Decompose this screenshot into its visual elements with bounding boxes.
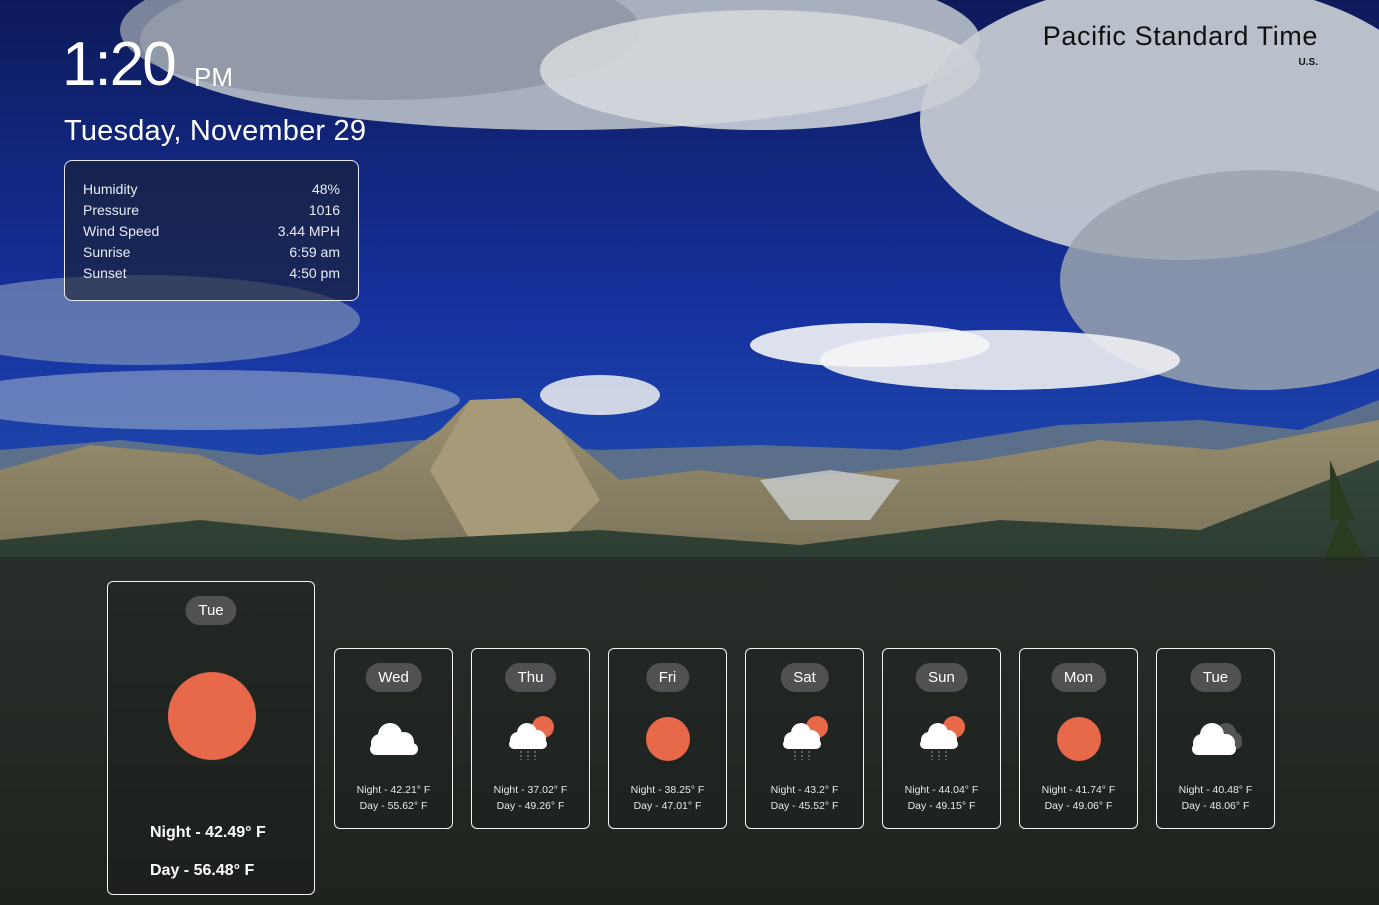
night-temp: Night - 43.2° F: [770, 784, 839, 796]
forecast-card-fri[interactable]: Fri Night - 38.25° F Day - 47.01° F: [608, 648, 727, 829]
day-pill: Sat: [780, 663, 829, 692]
day-pill: Mon: [1050, 663, 1107, 692]
day-pill: Tue: [185, 596, 237, 625]
detail-row-pressure: Pressure 1016: [83, 200, 340, 221]
detail-label: Wind Speed: [83, 223, 160, 239]
forecast-card-wed[interactable]: Wed Night - 42.21° F Day - 55.62° F: [334, 648, 453, 829]
day-pill: Tue: [1189, 663, 1242, 692]
night-temp: Night - 37.02° F: [493, 784, 568, 796]
day-temp: Day - 49.26° F: [496, 800, 565, 812]
day-temp: Day - 49.15° F: [907, 800, 976, 812]
clock-date: Tuesday, November 29: [64, 115, 367, 147]
detail-value: 3.44 MPH: [277, 223, 340, 239]
rain-sun-icon: [783, 716, 828, 760]
detail-label: Sunrise: [83, 244, 131, 260]
rain-sun-icon: [509, 716, 554, 760]
night-temp: Night - 41.74° F: [1041, 784, 1116, 796]
day-pill: Thu: [504, 663, 557, 692]
today-day-temp: Day - 56.48° F: [150, 862, 255, 879]
today-night-temp: Night - 42.49° F: [150, 824, 266, 841]
detail-value: 6:59 am: [289, 244, 340, 260]
detail-row-sunset: Sunset 4:50 pm: [83, 263, 340, 284]
night-temp: Night - 42.21° F: [356, 784, 431, 796]
detail-label: Humidity: [83, 181, 138, 197]
weather-details-panel: Humidity 48% Pressure 1016 Wind Speed 3.…: [64, 160, 359, 301]
today-forecast-card[interactable]: Tue Night - 42.49° F Day - 56.48° F: [107, 581, 315, 895]
day-temp: Day - 55.62° F: [359, 800, 428, 812]
day-temp: Day - 45.52° F: [770, 800, 839, 812]
day-temp: Day - 48.06° F: [1181, 800, 1250, 812]
forecast-card-sat[interactable]: Sat Night - 43.2° F Day - 45.52° F: [745, 648, 864, 829]
sun-icon: [168, 672, 256, 760]
detail-row-humidity: Humidity 48%: [83, 179, 340, 200]
detail-label: Pressure: [83, 202, 140, 218]
clouds-icon: [1192, 723, 1242, 755]
day-pill: Wed: [365, 663, 422, 692]
clock-time: 1:20: [62, 30, 177, 99]
forecast-card-mon[interactable]: Mon Night - 41.74° F Day - 49.06° F: [1019, 648, 1138, 829]
detail-value: 1016: [308, 202, 340, 218]
day-temp: Day - 47.01° F: [633, 800, 702, 812]
timezone-block: Pacific Standard Time U.S.: [1043, 18, 1318, 70]
detail-row-wind-speed: Wind Speed 3.44 MPH: [83, 221, 340, 242]
night-temp: Night - 40.48° F: [1178, 784, 1253, 796]
detail-label: Sunset: [83, 265, 127, 281]
timezone-name: Pacific Standard Time: [1042, 21, 1318, 51]
night-temp: Night - 38.25° F: [630, 784, 705, 796]
cloud-icon: [370, 723, 418, 755]
night-temp: Night - 44.04° F: [904, 784, 979, 796]
day-temp: Day - 49.06° F: [1044, 800, 1113, 812]
timezone-country: U.S.: [1298, 57, 1318, 68]
sun-icon: [646, 717, 690, 761]
rain-sun-icon: [920, 716, 965, 760]
forecast-card-sun[interactable]: Sun Night - 44.04° F Day - 49.15° F: [882, 648, 1001, 829]
clock-ampm: PM: [194, 62, 233, 92]
forecast-card-tue[interactable]: Tue Night - 40.48° F Day - 48.06° F: [1156, 648, 1275, 829]
detail-row-sunrise: Sunrise 6:59 am: [83, 242, 340, 263]
forecast-card-thu[interactable]: Thu Night - 37.02° F Day - 49.26° F: [471, 648, 590, 829]
detail-value: 4:50 pm: [289, 265, 340, 281]
sun-icon: [1057, 717, 1101, 761]
day-pill: Sun: [915, 663, 968, 692]
detail-value: 48%: [311, 181, 340, 197]
day-pill: Fri: [645, 663, 690, 692]
